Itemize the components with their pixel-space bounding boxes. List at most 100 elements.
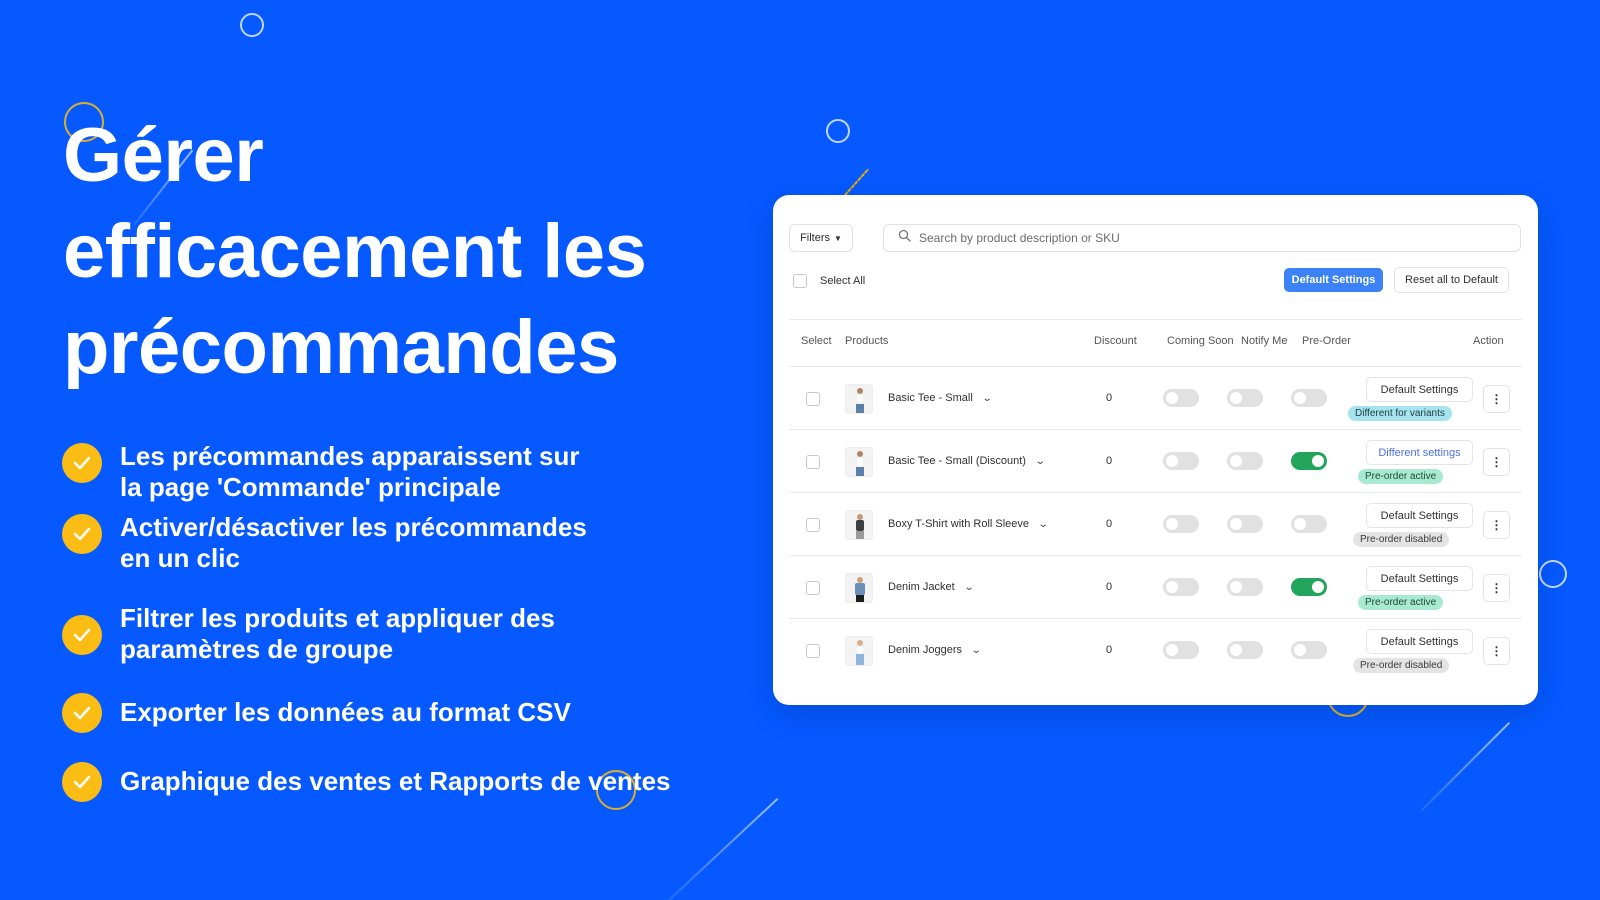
filters-button[interactable]: Filters ▼ xyxy=(789,224,853,252)
product-name-dropdown[interactable]: Denim Joggers ⌄ xyxy=(888,644,982,656)
product-name-dropdown[interactable]: Boxy T-Shirt with Roll Sleeve ⌄ xyxy=(888,518,1049,530)
search-icon xyxy=(898,229,911,247)
discount-value: 0 xyxy=(1106,392,1113,404)
notify-me-toggle[interactable] xyxy=(1227,452,1263,470)
more-actions-button[interactable]: ⋮ xyxy=(1483,385,1510,413)
notify-me-toggle[interactable] xyxy=(1227,389,1263,407)
product-name: Basic Tee - Small xyxy=(888,392,973,404)
checkmark-icon xyxy=(62,762,102,802)
coming-soon-toggle[interactable] xyxy=(1163,578,1199,596)
divider xyxy=(789,319,1522,320)
default-settings-button[interactable]: Default Settings xyxy=(1284,268,1383,292)
column-header-notify-me: Notify Me xyxy=(1241,335,1288,347)
reset-all-button[interactable]: Reset all to Default xyxy=(1394,267,1509,293)
feature-item: Les précommandes apparaissent sur la pag… xyxy=(62,441,742,503)
status-badge: Pre-order active xyxy=(1358,469,1444,484)
chevron-down-icon[interactable]: ⌄ xyxy=(971,645,982,656)
pre-order-toggle[interactable] xyxy=(1291,578,1327,596)
more-vertical-icon: ⋮ xyxy=(1490,455,1503,469)
discount-value: 0 xyxy=(1106,455,1113,467)
page-headline: Gérer efficacement les précommandes xyxy=(63,108,763,396)
select-all-checkbox[interactable] xyxy=(793,274,807,288)
headline-line: Gérer xyxy=(63,113,264,198)
table-row: Denim Jacket ⌄ 0 Default Settings Pre-or… xyxy=(789,556,1522,620)
checkmark-icon xyxy=(62,514,102,554)
more-actions-button[interactable]: ⋮ xyxy=(1483,511,1510,539)
product-thumbnail xyxy=(845,510,873,540)
row-checkbox[interactable] xyxy=(806,581,820,595)
search-input[interactable] xyxy=(919,231,1479,245)
row-checkbox[interactable] xyxy=(806,518,820,532)
chevron-down-icon[interactable]: ⌄ xyxy=(1038,519,1049,530)
discount-value: 0 xyxy=(1106,581,1113,593)
feature-text: paramètres de groupe xyxy=(120,634,394,664)
product-name: Boxy T-Shirt with Roll Sleeve xyxy=(888,518,1030,530)
table-row: Basic Tee - Small ⌄ 0 Default Settings D… xyxy=(789,367,1522,431)
chevron-down-icon[interactable]: ⌄ xyxy=(963,582,974,593)
row-settings-button[interactable]: Default Settings xyxy=(1366,503,1473,528)
decorative-ring xyxy=(1539,560,1567,588)
coming-soon-toggle[interactable] xyxy=(1163,641,1199,659)
row-settings-button[interactable]: Default Settings xyxy=(1366,377,1473,402)
more-actions-button[interactable]: ⋮ xyxy=(1483,448,1510,476)
product-thumbnail xyxy=(845,573,873,603)
product-name: Denim Jacket xyxy=(888,581,955,593)
column-header-select: Select xyxy=(801,335,832,347)
pre-order-toggle[interactable] xyxy=(1291,641,1327,659)
more-actions-button[interactable]: ⋮ xyxy=(1483,637,1510,665)
notify-me-toggle[interactable] xyxy=(1227,641,1263,659)
checkmark-icon xyxy=(62,443,102,483)
row-settings-button[interactable]: Different settings xyxy=(1366,440,1473,465)
product-name-dropdown[interactable]: Basic Tee - Small ⌄ xyxy=(888,392,993,404)
column-header-products: Products xyxy=(845,335,889,347)
product-thumbnail xyxy=(845,384,873,414)
notify-me-toggle[interactable] xyxy=(1227,578,1263,596)
table-row: Basic Tee - Small (Discount) ⌄ 0 Differe… xyxy=(789,430,1522,494)
chevron-down-icon[interactable]: ⌄ xyxy=(982,393,993,404)
checkmark-icon xyxy=(62,615,102,655)
decorative-ring xyxy=(240,13,264,37)
select-all-label: Select All xyxy=(820,275,866,287)
feature-item: Filtrer les produits et appliquer des pa… xyxy=(62,603,742,665)
pre-order-toggle[interactable] xyxy=(1291,452,1327,470)
feature-item: Activer/désactiver les précommandes en u… xyxy=(62,512,742,574)
column-header-coming-soon: Coming Soon xyxy=(1167,335,1234,347)
feature-text: Filtrer les produits et appliquer des xyxy=(120,603,555,633)
select-all[interactable]: Select All xyxy=(793,274,865,288)
coming-soon-toggle[interactable] xyxy=(1163,389,1199,407)
more-vertical-icon: ⋮ xyxy=(1490,581,1503,595)
headline-line: efficacement les xyxy=(63,209,647,294)
row-checkbox[interactable] xyxy=(806,392,820,406)
feature-text: Exporter les données au format CSV xyxy=(120,697,571,727)
row-checkbox[interactable] xyxy=(806,455,820,469)
more-actions-button[interactable]: ⋮ xyxy=(1483,574,1510,602)
search-field[interactable] xyxy=(883,224,1521,252)
headline-line: précommandes xyxy=(63,305,619,390)
column-header-discount: Discount xyxy=(1094,335,1137,347)
discount-value: 0 xyxy=(1106,518,1113,530)
coming-soon-toggle[interactable] xyxy=(1163,452,1199,470)
more-vertical-icon: ⋮ xyxy=(1490,392,1503,406)
status-badge: Pre-order active xyxy=(1358,595,1444,610)
row-settings-button[interactable]: Default Settings xyxy=(1366,566,1473,591)
product-name-dropdown[interactable]: Basic Tee - Small (Discount) ⌄ xyxy=(888,455,1046,467)
filters-label: Filters xyxy=(800,232,831,244)
coming-soon-toggle[interactable] xyxy=(1163,515,1199,533)
product-thumbnail xyxy=(845,636,873,666)
pre-order-toggle[interactable] xyxy=(1291,515,1327,533)
status-badge: Different for variants xyxy=(1348,406,1452,421)
row-settings-button[interactable]: Default Settings xyxy=(1366,629,1473,654)
row-checkbox[interactable] xyxy=(806,644,820,658)
product-thumbnail xyxy=(845,447,873,477)
status-badge: Pre-order disabled xyxy=(1353,532,1450,547)
status-badge: Pre-order disabled xyxy=(1353,658,1450,673)
product-name-dropdown[interactable]: Denim Jacket ⌄ xyxy=(888,581,974,593)
caret-down-icon: ▼ xyxy=(834,233,842,243)
pre-order-toggle[interactable] xyxy=(1291,389,1327,407)
chevron-down-icon[interactable]: ⌄ xyxy=(1035,456,1046,467)
table-row: Boxy T-Shirt with Roll Sleeve ⌄ 0 Defaul… xyxy=(789,493,1522,557)
feature-text: Graphique des ventes et Rapports de vent… xyxy=(120,766,671,796)
discount-value: 0 xyxy=(1106,644,1113,656)
feature-text: Activer/désactiver les précommandes xyxy=(120,512,587,542)
notify-me-toggle[interactable] xyxy=(1227,515,1263,533)
